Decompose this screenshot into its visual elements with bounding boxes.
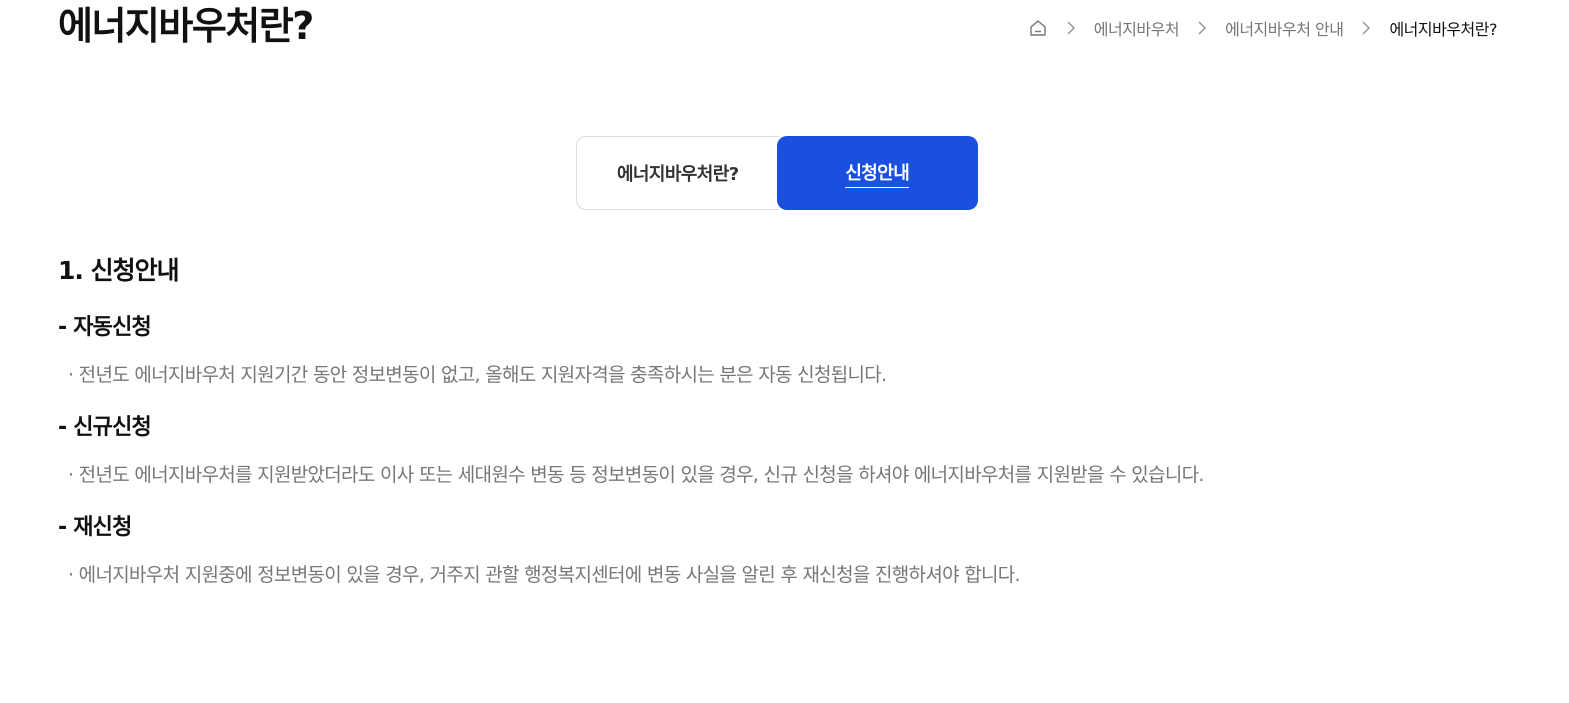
auto-application-block: - 자동신청 · 전년도 에너지바우처 지원기간 동안 정보변동이 없고, 올해… (58, 312, 1478, 390)
description: · 전년도 에너지바우처 지원기간 동안 정보변동이 없고, 올해도 지원자격을… (68, 364, 887, 386)
chevron-right-icon (1359, 21, 1373, 35)
tab-what-is-voucher[interactable]: 에너지바우처란? (576, 136, 779, 210)
tab-label: 에너지바우처란? (616, 164, 739, 185)
breadcrumb-item-current[interactable]: 에너지바우처란? (1389, 16, 1497, 40)
sub-title: - 재신청 (58, 515, 132, 540)
sub-title: - 자동신청 (58, 315, 152, 340)
tab-bar: 에너지바우처란? 신청안내 (576, 136, 978, 210)
breadcrumb-item-voucher-guide[interactable]: 에너지바우처 안내 (1225, 16, 1344, 40)
page-title: 에너지바우처란? (58, 4, 314, 48)
tab-application-guide[interactable]: 신청안내 (776, 136, 978, 210)
chevron-right-icon (1064, 21, 1078, 35)
page: 에너지바우처란? 에너지바우처 에너지바우처 안내 에너지바우처란? 에너지바우… (0, 0, 1569, 703)
sub-title: - 신규신청 (58, 415, 152, 440)
new-application-block: - 신규신청 · 전년도 에너지바우처를 지원받았더라도 이사 또는 세대원수 … (58, 412, 1478, 490)
description: · 전년도 에너지바우처를 지원받았더라도 이사 또는 세대원수 변동 등 정보… (68, 464, 1204, 486)
reapplication-block: - 재신청 · 에너지바우처 지원중에 정보변동이 있을 경우, 거주지 관할 … (58, 512, 1478, 590)
breadcrumb-item-energy-voucher[interactable]: 에너지바우처 (1094, 16, 1180, 40)
section-title: 1. 신청안내 (58, 256, 180, 285)
chevron-right-icon (1195, 21, 1209, 35)
description: · 에너지바우처 지원중에 정보변동이 있을 경우, 거주지 관할 행정복지센터… (68, 564, 1021, 586)
home-icon[interactable] (1028, 18, 1048, 38)
main-content: 1. 신청안내 - 자동신청 · 전년도 에너지바우처 지원기간 동안 정보변동… (58, 252, 1478, 590)
breadcrumb: 에너지바우처 에너지바우처 안내 에너지바우처란? (1028, 16, 1497, 40)
title-row: 에너지바우처란? 에너지바우처 에너지바우처 안내 에너지바우처란? (58, 0, 1497, 56)
tab-label: 신청안내 (845, 159, 910, 188)
